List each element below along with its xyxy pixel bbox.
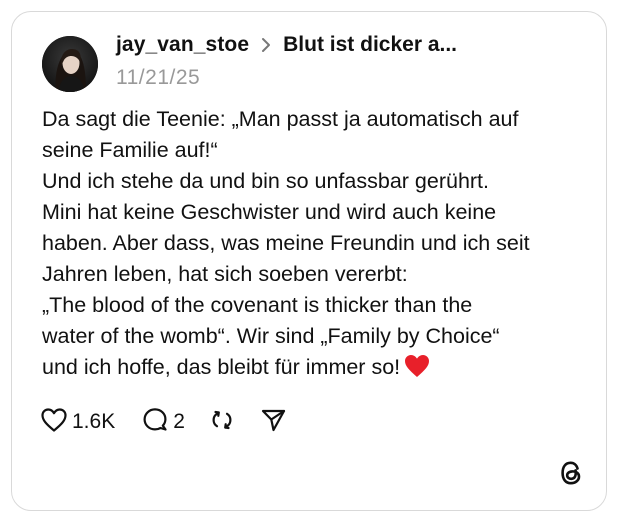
repost-button[interactable] (209, 406, 235, 439)
post-text-line: Jahren leben, hat sich soeben vererbt: (42, 262, 408, 286)
post-text-line: Mini hat keine Geschwister und wird auch… (42, 200, 497, 224)
reply-button[interactable]: 2 (141, 406, 185, 439)
username-link[interactable]: jay_van_stoe (116, 33, 249, 57)
post-text-line: und ich hoffe, das bleibt für immer so! (42, 355, 401, 379)
heart-icon (40, 407, 68, 438)
post-text-line-last: und ich hoffe, das bleibt für immer so! (42, 352, 582, 387)
send-icon (259, 406, 287, 439)
repost-icon (209, 406, 235, 439)
topic-link[interactable]: Blut ist dicker a... (283, 33, 457, 57)
action-bar: 1.6K 2 (40, 406, 287, 438)
red-heart-emoji-icon (404, 354, 430, 387)
post-header: jay_van_stoe Blut ist dicker a... (116, 30, 457, 60)
post-text-line: seine Familie auf!“ (42, 138, 218, 162)
post-text-line: Da sagt die Teenie: „Man passt ja automa… (42, 107, 519, 131)
post-text-line: haben. Aber dass, was meine Freundin und… (42, 231, 530, 255)
share-button[interactable] (259, 406, 287, 439)
post-text-line: „The blood of the covenant is thicker th… (42, 293, 473, 317)
post-text: Da sagt die Teenie: „Man passt ja automa… (42, 104, 582, 387)
post-text-line: water of the womb“. Wir sind „Family by … (42, 324, 500, 348)
post-timestamp: 11/21/25 (116, 66, 201, 89)
post-text-line: Und ich stehe da und bin so unfassbar ge… (42, 169, 490, 193)
chevron-right-icon (261, 36, 273, 54)
threads-logo-icon[interactable] (558, 458, 584, 488)
reply-count: 2 (173, 410, 185, 433)
like-count: 1.6K (72, 410, 116, 433)
like-button[interactable]: 1.6K (40, 407, 115, 438)
speech-bubble-icon (141, 406, 169, 439)
avatar[interactable] (42, 36, 98, 92)
